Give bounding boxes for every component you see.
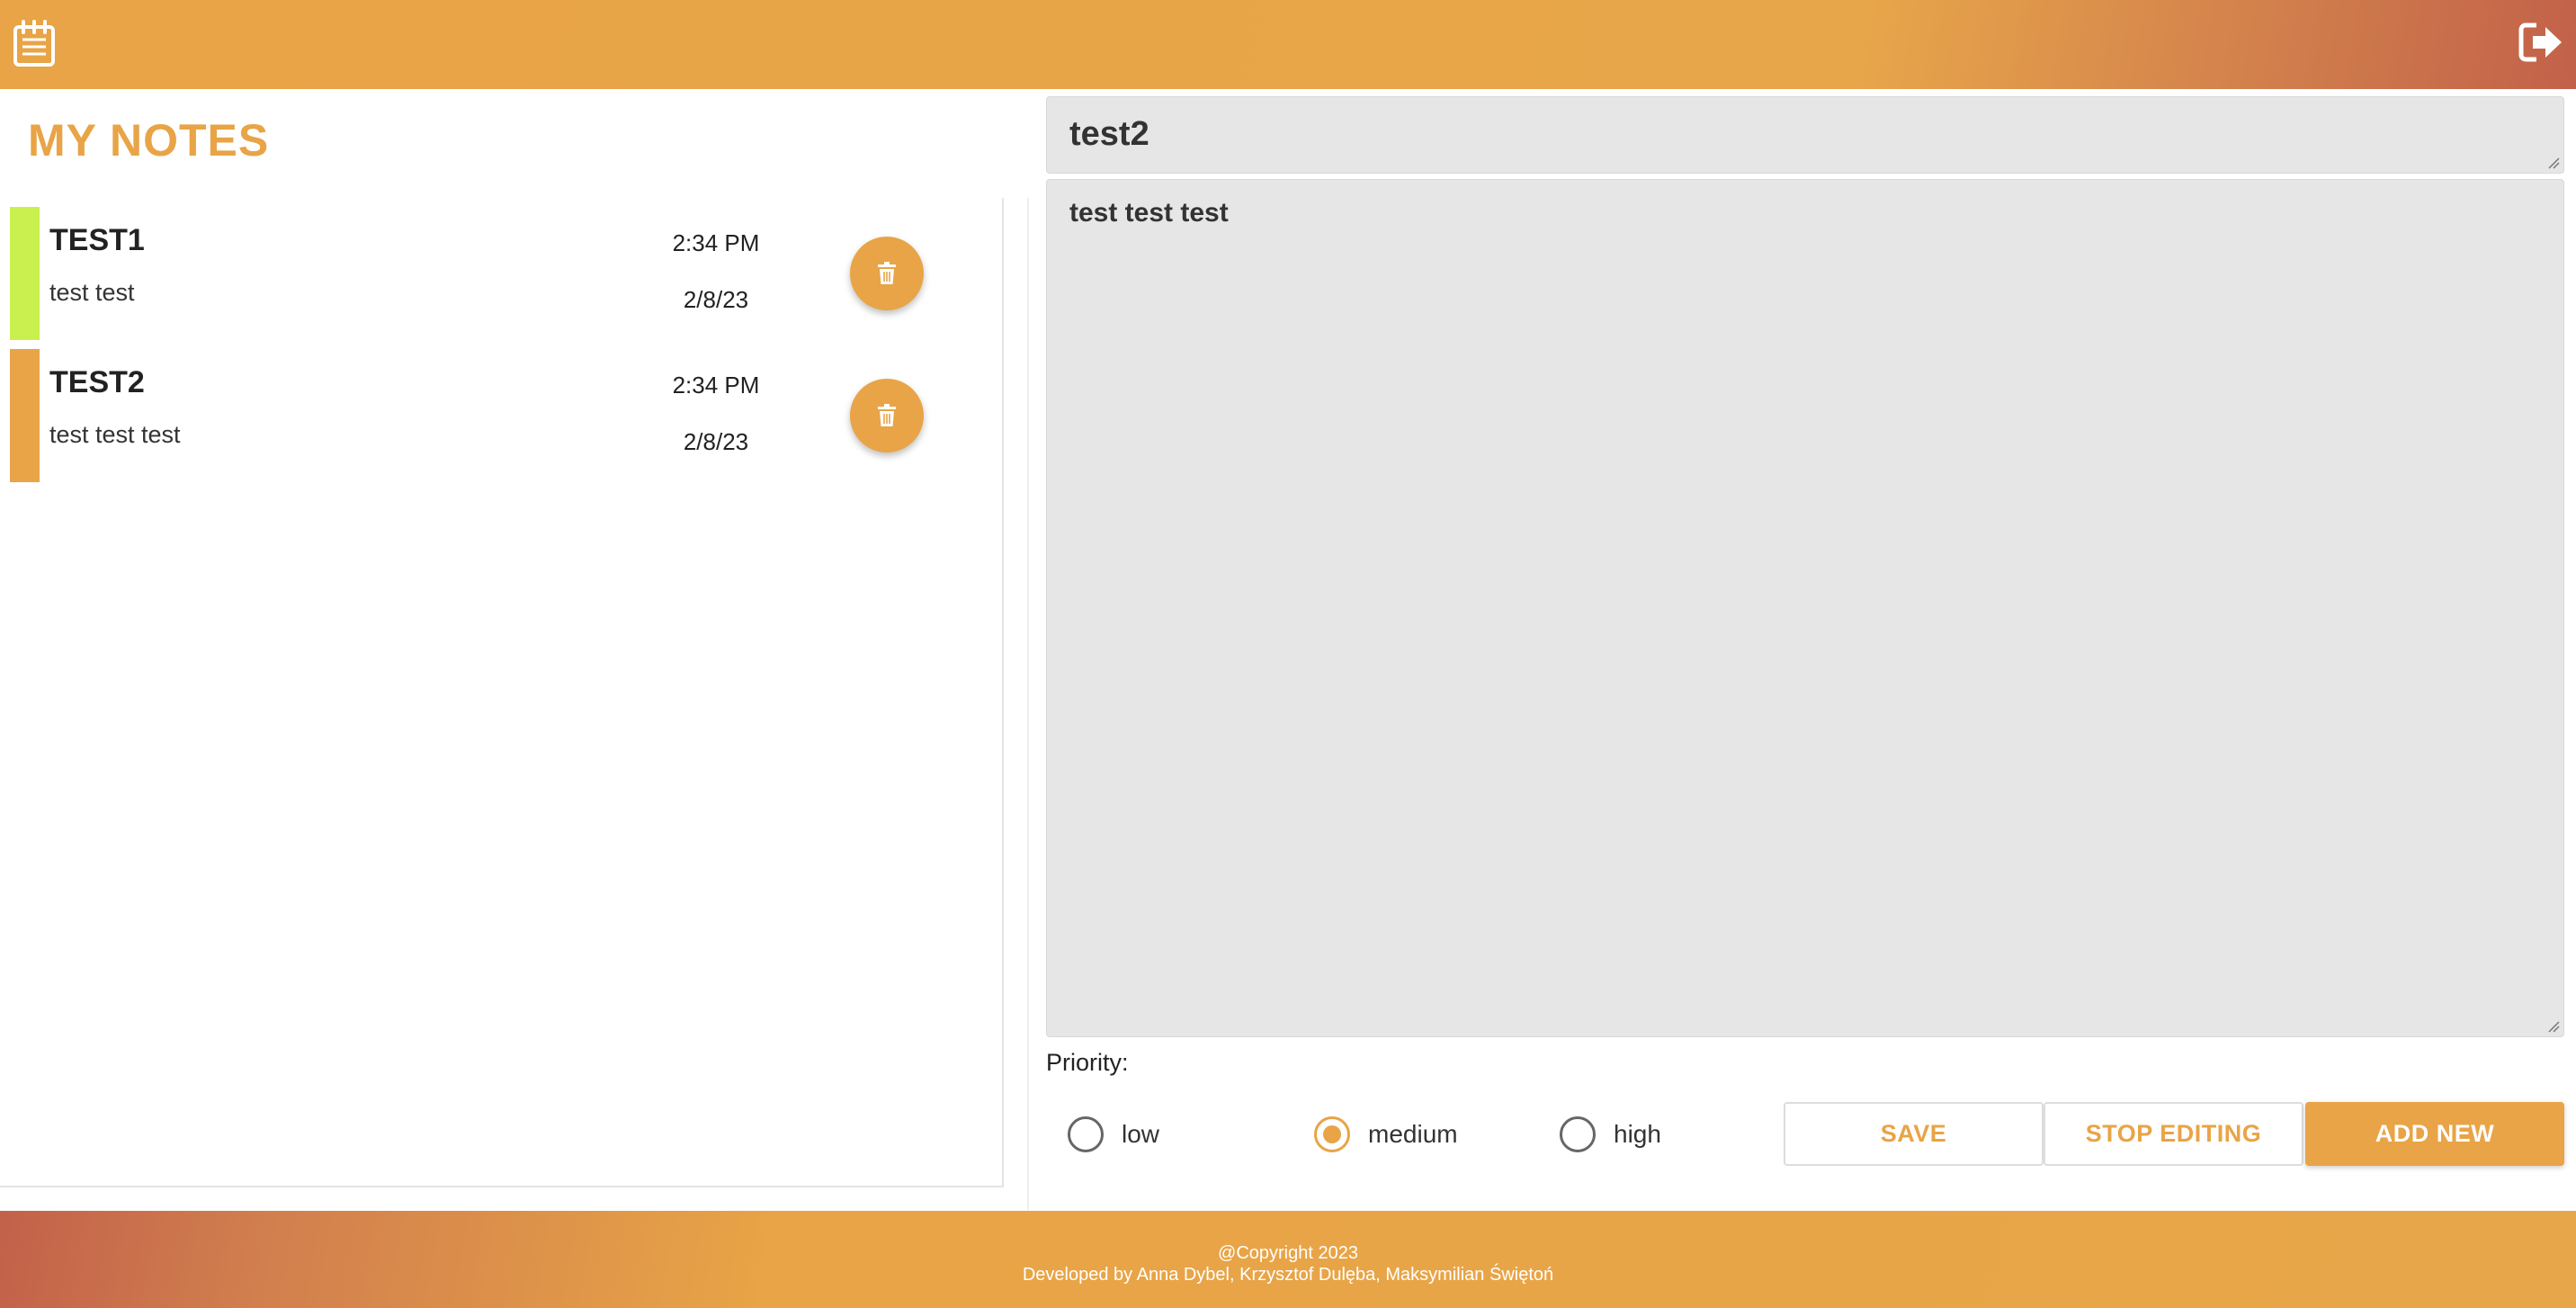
logout-icon[interactable] <box>2518 22 2563 63</box>
credits-text: Developed by Anna Dybel, Krzysztof Dulęb… <box>1022 1265 1554 1285</box>
note-title: TEST1 <box>49 223 145 257</box>
trash-icon <box>878 404 896 426</box>
radio-circle[interactable] <box>1068 1116 1104 1152</box>
notes-list: TEST1 test test 2:34 PM 2/8/23 TEST2 tes… <box>0 198 1004 1187</box>
copyright-text: @Copyright 2023 <box>1218 1243 1358 1263</box>
add-new-button[interactable]: ADD NEW <box>2305 1102 2564 1166</box>
note-body: test test <box>49 279 135 306</box>
radio-label: medium <box>1368 1120 1458 1148</box>
priority-indicator <box>10 207 40 340</box>
priority-indicator <box>10 349 40 482</box>
radio-label: low <box>1122 1120 1160 1148</box>
page-title: MY NOTES <box>28 115 270 166</box>
note-body: test test test <box>49 421 181 448</box>
save-button[interactable]: SAVE <box>1784 1102 2044 1166</box>
note-title-input[interactable]: test2 <box>1046 96 2564 174</box>
note-item[interactable]: TEST2 test test test 2:34 PM 2/8/23 <box>10 349 990 482</box>
resize-handle-icon[interactable] <box>2547 1020 2560 1033</box>
note-time: 2:34 PM <box>672 229 760 256</box>
delete-note-button[interactable] <box>850 237 924 310</box>
radio-label: high <box>1614 1120 1661 1148</box>
priority-radio-high[interactable]: high <box>1560 1115 1661 1153</box>
trash-icon <box>878 262 896 284</box>
note-title: TEST2 <box>49 365 145 399</box>
note-date: 2/8/23 <box>683 428 749 455</box>
note-date: 2/8/23 <box>683 286 749 313</box>
resize-handle-icon[interactable] <box>2547 157 2560 169</box>
priority-radio-low[interactable]: low <box>1068 1115 1159 1153</box>
notepad-icon[interactable] <box>11 20 58 67</box>
note-time: 2:34 PM <box>672 372 760 399</box>
note-body-textarea[interactable]: test test test <box>1046 179 2564 1037</box>
stop-editing-button[interactable]: STOP EDITING <box>2044 1102 2303 1166</box>
priority-radio-medium[interactable]: medium <box>1314 1115 1458 1153</box>
radio-circle[interactable] <box>1560 1116 1596 1152</box>
radio-circle[interactable] <box>1314 1116 1350 1152</box>
editor-divider <box>1027 198 1029 1210</box>
note-body-value: test test test <box>1069 198 1229 228</box>
footer: @Copyright 2023 Developed by Anna Dybel,… <box>0 1211 2576 1308</box>
note-item[interactable]: TEST1 test test 2:34 PM 2/8/23 <box>10 207 990 340</box>
top-bar <box>0 0 2576 89</box>
priority-label: Priority: <box>1046 1049 1129 1076</box>
delete-note-button[interactable] <box>850 379 924 452</box>
note-title-value: test2 <box>1069 115 1149 153</box>
